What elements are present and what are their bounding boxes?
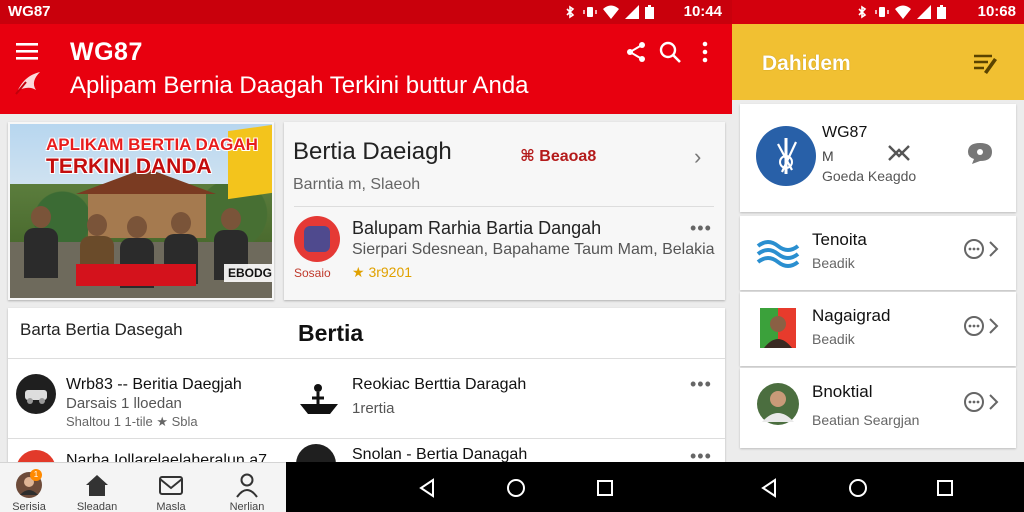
profile-name: WG87: [822, 124, 868, 141]
list-item-more-button[interactable]: •••: [690, 374, 712, 395]
status-icons: [855, 5, 946, 19]
person-icon: [236, 473, 258, 498]
battery-icon: [645, 5, 654, 19]
status-bar: 10:68: [732, 0, 1024, 24]
hero-headline-line2: TERKINI DANDA: [46, 155, 212, 178]
nav-label: Sleadan: [76, 501, 118, 512]
overflow-menu-icon[interactable]: [700, 40, 710, 64]
featured-app-tag: Sosaio: [294, 266, 331, 280]
back-icon[interactable]: [760, 478, 780, 498]
app-subtitle: Aplipam Bernia Daagah Terkini buttur And…: [70, 72, 529, 99]
featured-title[interactable]: Bertia Daeiagh: [293, 138, 452, 166]
list-item-title[interactable]: Wrb83 -- Beritia Daegjah: [66, 376, 242, 394]
user-photo-icon: [757, 383, 799, 425]
featured-meta: Barntia m, Slaeoh: [293, 176, 421, 193]
featured-app-description: Sierpari Sdesnean, Bapahame Taum Mam, Be…: [352, 241, 715, 258]
status-bar: WG87 10:44: [0, 0, 732, 24]
app-bar: Dahidem: [732, 24, 1024, 100]
featured-app-icon[interactable]: [294, 216, 340, 262]
recents-icon[interactable]: [936, 479, 954, 497]
guitar-logo-icon: [758, 128, 814, 184]
list-item-meta: Shaltou 1 1-tile ★ Sbla: [66, 414, 198, 429]
chevron-right-icon[interactable]: ›: [694, 144, 701, 170]
system-navigation-bar: [732, 462, 1024, 512]
user-photo-icon: [760, 308, 796, 348]
list-item-avatar[interactable]: [16, 374, 56, 414]
bottom-navigation: 1 Serisia Sleadan Masla Nerlian: [0, 462, 286, 512]
home-circle-icon[interactable]: [848, 478, 868, 498]
nav-item-nerlian[interactable]: Nerlian: [212, 463, 282, 512]
home-icon: [86, 475, 108, 496]
app-bar: WG87 Aplipam Bernia Daagah Terkini buttu…: [0, 24, 732, 114]
more-chevron-icon[interactable]: [962, 238, 1000, 260]
featured-chip[interactable]: ⌘ Beaoa8: [520, 146, 596, 166]
hero-headline-line1: APLIKAM BERTIA DAGAH: [46, 135, 258, 154]
profile-avatar[interactable]: [756, 126, 816, 186]
signal-icon: [625, 5, 639, 19]
edit-list-icon[interactable]: [970, 50, 998, 76]
more-chevron-icon[interactable]: [962, 391, 1000, 413]
featured-app-rating: ★ 3r9201: [352, 264, 413, 280]
hero-image[interactable]: APLIKAM BERTIA DAGAH TERKINI DANDA EBODG: [10, 124, 272, 298]
hero-red-sign: [76, 264, 196, 286]
wifi-icon: [603, 5, 619, 19]
back-icon[interactable]: [418, 478, 438, 498]
status-time: 10:44: [683, 3, 722, 20]
nav-item-serisia[interactable]: 1 Serisia: [0, 463, 64, 512]
nav-label: Serisia: [12, 501, 46, 512]
handshake-icon[interactable]: [886, 142, 912, 164]
vibrate-icon: [583, 7, 597, 17]
profile-subtitle: Goeda Keagdo: [822, 168, 917, 184]
section-left-title: Barta Bertia Dasegah: [20, 320, 183, 339]
list-item-subtitle: Darsais 1 lloedan: [66, 395, 182, 412]
list-item-subtitle: 1rertia: [352, 400, 395, 417]
chat-bubble-icon[interactable]: [964, 140, 996, 166]
share-icon[interactable]: [624, 40, 648, 64]
hero-sign: EBODG: [224, 264, 272, 282]
home-circle-icon[interactable]: [506, 478, 526, 498]
status-icons: [563, 5, 654, 19]
battery-icon: [937, 5, 946, 19]
featured-app-more-button[interactable]: •••: [690, 218, 712, 239]
search-icon[interactable]: [658, 40, 682, 64]
right-phone-screen: 10:68 Dahidem WG87 M Goeda Keagdo Tenoit…: [732, 0, 1024, 512]
car-icon: [25, 390, 47, 404]
hero-headline: APLIKAM BERTIA DAGAH TERKINI DANDA: [46, 134, 258, 178]
featured-chip-label: ⌘ Beaoa8: [520, 148, 597, 165]
list-item-title: Bnoktial: [812, 382, 873, 401]
status-time: 10:68: [977, 3, 1016, 20]
profile-line2: M: [822, 148, 834, 164]
app-brand-title: WG87: [70, 38, 143, 66]
list-item-subtitle: Beatian Seargjan: [812, 412, 920, 428]
list-item-title[interactable]: Reokiac Berttia Daragah: [352, 376, 526, 394]
list-item-title: Nagaigrad: [812, 306, 891, 325]
list-item-subtitle: Beadik: [812, 255, 855, 271]
list-item-subtitle: Beadik: [812, 331, 855, 347]
nav-item-masla[interactable]: Masla: [136, 463, 206, 512]
nav-item-sleadan[interactable]: Sleadan: [62, 463, 132, 512]
waves-icon: [756, 240, 800, 268]
nav-label: Masla: [156, 501, 186, 512]
more-chevron-icon[interactable]: [962, 315, 1000, 337]
menu-icon[interactable]: [14, 40, 40, 62]
vibrate-icon: [875, 7, 889, 17]
bluetooth-icon: [566, 5, 575, 19]
bluetooth-icon: [858, 5, 867, 19]
mail-icon: [159, 476, 183, 495]
notification-badge: 1: [30, 469, 42, 481]
featured-app-title[interactable]: Balupam Rarhia Bartia Dangah: [352, 218, 601, 239]
boat-icon: [300, 384, 338, 414]
app-bar-title: Dahidem: [762, 52, 851, 75]
recents-icon[interactable]: [596, 479, 614, 497]
section-right-title: Bertia: [298, 320, 364, 346]
nav-label: Nerlian: [229, 501, 265, 512]
list-item-title: Tenoita: [812, 230, 867, 249]
status-app-name: WG87: [8, 3, 51, 20]
signal-icon: [917, 5, 931, 19]
left-phone-screen: WG87 10:44 WG87 Aplipam Bernia Daagah Te…: [0, 0, 732, 512]
app-logo-icon: [15, 72, 40, 95]
system-navigation-bar: [286, 462, 732, 512]
wifi-icon: [895, 5, 911, 19]
